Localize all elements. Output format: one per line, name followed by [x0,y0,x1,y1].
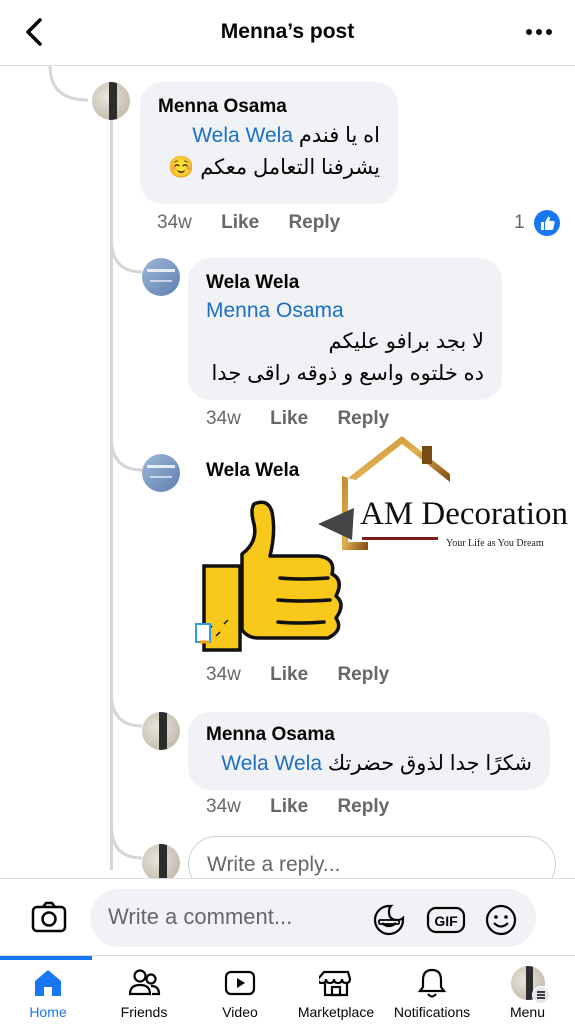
tab-label: Home [29,1004,67,1020]
watermark-logo: AM Decoration Your Life as You Dream [318,432,575,582]
reaction-summary[interactable]: 1 [514,210,560,236]
like-button[interactable]: Like [270,408,308,429]
emoji-icon[interactable] [484,903,518,937]
bell-icon [417,968,447,998]
comment-time: 34w [206,796,241,817]
tab-label: Friends [120,1004,168,1020]
comment-bubble: Menna Osama اه يا فندم Wela Wela يشرفنا … [140,82,398,204]
tab-marketplace[interactable]: Marketplace [288,956,384,1024]
thread-line [110,120,113,870]
smile-emoji: ☺️ [168,156,195,179]
tab-label: Notifications [393,1004,471,1020]
reaction-count: 1 [514,212,525,234]
tab-label: Marketplace [297,1004,375,1020]
reply-button[interactable]: Reply [337,664,389,685]
tab-label: Video [222,1004,258,1020]
comment-placeholder: Write a comment... [108,904,293,929]
tab-label: Menu [509,1004,546,1020]
like-button[interactable]: Like [270,796,308,817]
comment-input[interactable]: Write a comment... GIF [90,889,536,947]
like-reaction-icon [533,210,560,236]
tab-menu[interactable]: Menu [480,956,575,1024]
comment-bubble: Menna Osama شكرًا جدا لذوق حضرتك Wela We… [188,712,550,790]
comment-time: 34w [206,664,241,685]
more-options-icon[interactable] [523,16,555,48]
avatar [142,844,180,882]
comment-text: اه يا فندم [298,124,380,147]
camera-icon[interactable] [30,899,68,935]
friends-icon [128,969,161,996]
post-header: Menna’s post [0,0,575,66]
mention-link[interactable]: Menna Osama [206,296,484,326]
reply-button[interactable]: Reply [288,212,340,233]
reply-placeholder: Write a reply... [207,853,341,876]
watermark-brand: AM Decoration [360,496,569,532]
page-title: Menna’s post [220,20,355,43]
avatar[interactable] [92,82,130,120]
reply-button[interactable]: Reply [337,796,389,817]
bottom-tab-bar: Home Friends Video Marketplace Notificat… [0,955,575,1024]
svg-text:GIF: GIF [434,913,458,929]
comment-text: ده خلتوه واسع و ذوقه راقى جدا [211,362,484,385]
avatar[interactable] [142,454,180,492]
tab-notifications[interactable]: Notifications [384,956,480,1024]
mention-link[interactable]: Wela Wela [192,124,293,147]
gif-icon[interactable]: GIF [426,903,466,937]
menu-hamburger-icon [532,986,550,1004]
like-button[interactable]: Like [270,664,308,685]
comment-composer: Write a comment... GIF [0,878,575,954]
comment-text: يشرفنا التعامل معكم [200,156,380,179]
comment-time: 34w [157,212,192,233]
comment-text: لا بجد برافو عليكم [328,330,484,353]
avatar[interactable] [142,712,180,750]
comment-author[interactable]: Wela Wela [206,460,299,482]
reply-button[interactable]: Reply [337,408,389,429]
comment-time: 34w [206,408,241,429]
tab-video[interactable]: Video [192,956,288,1024]
comment-actions: 34w Like Reply [206,796,413,818]
comment-text: شكرًا جدا لذوق حضرتك [327,752,532,775]
comment-bubble: Wela Wela Menna Osama لا بجد برافو عليكم… [188,258,502,400]
comment-author[interactable]: Wela Wela [206,270,484,296]
comment-author[interactable]: Menna Osama [158,94,380,120]
marketplace-icon [319,970,352,997]
like-button[interactable]: Like [221,212,259,233]
avatar[interactable] [142,258,180,296]
home-icon [35,970,61,996]
video-icon [224,970,256,996]
comment-actions: 34w Like Reply [157,212,364,234]
comment-actions: 34w Like Reply [206,408,413,430]
watermark-tagline: Your Life as You Dream [446,538,544,549]
comment-actions: 34w Like Reply [206,664,413,686]
tab-home[interactable]: Home [0,956,96,1024]
sticker-icon[interactable] [372,903,406,937]
comment-author[interactable]: Menna Osama [206,722,532,748]
mention-link[interactable]: Wela Wela [221,752,322,775]
tab-friends[interactable]: Friends [96,956,192,1024]
